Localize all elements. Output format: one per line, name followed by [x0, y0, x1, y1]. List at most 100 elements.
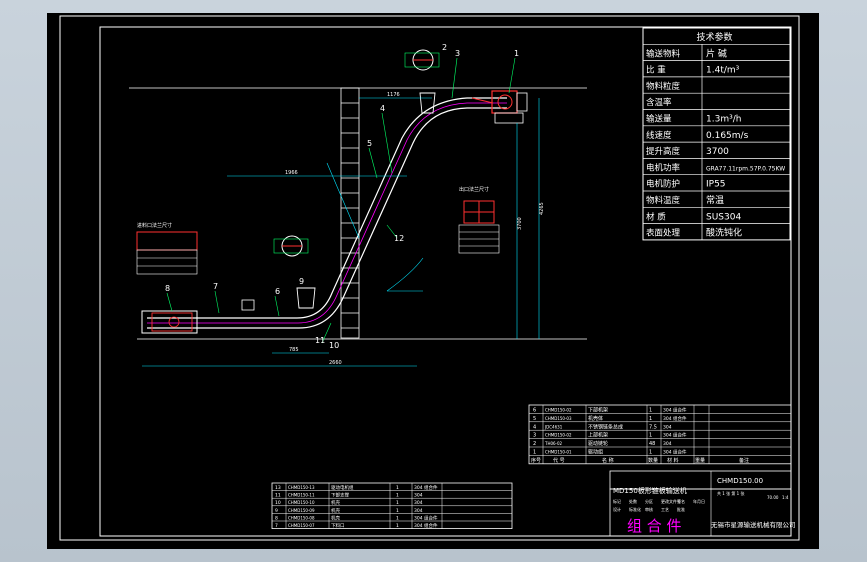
upper-part-code: CHMD150-09 [288, 508, 315, 513]
part-name: 驱动组 [588, 449, 603, 456]
tech-param-label: 比 重 [646, 65, 666, 76]
signature-cell: 批准 [677, 506, 685, 512]
callout-8: 8 [165, 284, 170, 293]
upper-part-qty: 1 [396, 515, 399, 521]
part-name: 下部机架 [588, 407, 608, 414]
header-note: 备注 [739, 457, 749, 464]
upper-part-code: CHMD150-11 [288, 493, 315, 498]
part-name: 机壳体 [588, 415, 603, 422]
signature-cell: 年月日 [693, 498, 705, 504]
upper-part-qty: 1 [396, 500, 399, 506]
tech-param-label: 材 质 [646, 211, 666, 222]
part-material: 304 [663, 441, 672, 447]
upper-part-material: 304 [414, 493, 423, 499]
cad-viewport[interactable]: 1 2 3 4 5 6 7 8 9 10 11 12 1176 1966 785… [47, 13, 819, 549]
part-material: 304 组合件 [663, 449, 687, 456]
part-name: 驱动链轮 [588, 440, 608, 447]
header-material: 材 料 [667, 457, 679, 464]
upper-part-qty: 1 [396, 508, 399, 514]
tech-param-label: 含温率 [646, 97, 672, 108]
inlet-flange-note: 进料口法兰尺寸 [137, 222, 172, 229]
inner-frame [99, 26, 792, 537]
upper-part-code: CHMD150-08 [288, 515, 315, 520]
outer-frame [59, 15, 800, 541]
part-name: 上部机架 [588, 432, 608, 439]
upper-part-qty: 1 [396, 523, 399, 529]
tech-param-label: 表面处理 [646, 228, 681, 239]
part-code: CHMD150-02 [545, 433, 572, 438]
outlet-flange-note: 出口法兰尺寸 [459, 186, 489, 193]
dim-mid: 1966 [285, 170, 298, 176]
part-material: 304 [663, 424, 672, 430]
upper-part-name: 下部支撑 [331, 492, 349, 499]
signature-cell: 审核 [645, 506, 653, 512]
tech-param-label: 输送物料 [646, 48, 681, 59]
part-no: 4 [533, 424, 536, 430]
tech-param-label: 电机功率 [646, 162, 681, 173]
tech-param-value: 1.4t/m³ [706, 66, 740, 76]
company-name: 无锡市星源输送机械有限公司 [711, 520, 796, 529]
inlet-hoppers [296, 92, 436, 309]
drawing-code: CHMD150.00 [717, 477, 763, 485]
upper-part-material: 304 组合件 [414, 522, 438, 529]
upper-part-qty: 1 [396, 485, 399, 491]
upper-part-no: 10 [275, 500, 281, 506]
technical-parameters-table: 技术参数输送物料 片 碱比 重 1.4t/m³ 物料粒度含温率输送量 1.3m³/h 线速… [642, 27, 791, 241]
callout-1: 1 [514, 49, 519, 58]
part-material: 304 组合件 [663, 432, 687, 439]
sprocket-markers [273, 49, 440, 257]
upper-part-code: CHMD150-10 [288, 500, 315, 505]
part-no: 6 [533, 408, 536, 414]
part-qty: 1 [649, 416, 652, 422]
upper-part-no: 11 [275, 493, 281, 499]
signature-cell: 分区 [645, 498, 653, 504]
upper-part-material: 304 [414, 500, 423, 506]
part-qty: 7.5 [649, 424, 657, 430]
callout-10: 10 [329, 341, 339, 350]
part-no: 5 [533, 416, 536, 422]
part-code: CHMD150-03 [545, 416, 572, 421]
parts-list-lower: 6 CHMD150-02 下部机架 1 304 组合件 5 CHMD150-03 机壳体 1 30… [528, 404, 792, 465]
title-block: MD150板形链板输送机 CHMD150.00 70.00 1:4 共 1 张 … [609, 470, 796, 537]
tech-param-label: 提升高度 [646, 146, 681, 157]
drawing-scale: 1:4 [782, 495, 789, 500]
upper-part-name: 机壳 [331, 514, 340, 521]
tech-param-value: 片 碱 [706, 47, 727, 59]
signature-cell: 标记 [613, 498, 621, 504]
upper-part-name: 机壳 [331, 507, 340, 514]
upper-part-code: CHMD150-13 [288, 485, 315, 490]
part-material: 304 组合件 [663, 415, 687, 422]
callout-5: 5 [367, 139, 372, 148]
signature-cell: 处数 [629, 498, 637, 504]
drawing-sheets: 共 1 张 第 1 张 [717, 490, 744, 496]
part-code: CHMD150-02 [545, 408, 572, 413]
tech-param-label: 物料温度 [646, 195, 681, 206]
head-drive [471, 90, 528, 124]
callout-12: 12 [394, 234, 404, 243]
part-material: 304 组合件 [663, 407, 687, 414]
tech-table-title: 技术参数 [697, 31, 733, 43]
part-qty: 48 [649, 441, 655, 447]
parts-list-upper: 13 CHMD150-13 驱动电机组 1 304 组合件11 CHMD150-11 下部支… [271, 482, 513, 529]
tech-param-label: 线速度 [646, 130, 672, 141]
assembly-label: 组 合 件 [627, 517, 682, 535]
callout-6: 6 [275, 287, 280, 296]
drawing-name: MD150板形链板输送机 [613, 486, 687, 495]
part-no: 1 [533, 450, 536, 456]
callout-11: 11 [315, 336, 325, 345]
callout-3: 3 [455, 49, 460, 58]
part-code: JDC4631 [544, 424, 563, 429]
part-qty: 1 [649, 433, 652, 439]
part-no: 2 [533, 441, 536, 447]
tech-param-label: 电机防护 [646, 179, 680, 190]
dim-base-total: 2660 [329, 360, 342, 366]
signature-cell: 标准化 [629, 506, 641, 512]
outlet-flange-detail [458, 200, 500, 254]
upper-part-no: 9 [275, 508, 278, 514]
part-qty: 1 [649, 450, 652, 456]
header-weight: 重量 [695, 457, 705, 464]
inlet-flange-detail [136, 231, 198, 275]
callout-numbers: 1 2 3 4 5 6 7 8 9 10 11 12 [165, 43, 519, 350]
dim-base-left: 785 [289, 347, 299, 353]
cad-drawing: 1 2 3 4 5 6 7 8 9 10 11 12 1176 1966 785… [59, 15, 800, 541]
